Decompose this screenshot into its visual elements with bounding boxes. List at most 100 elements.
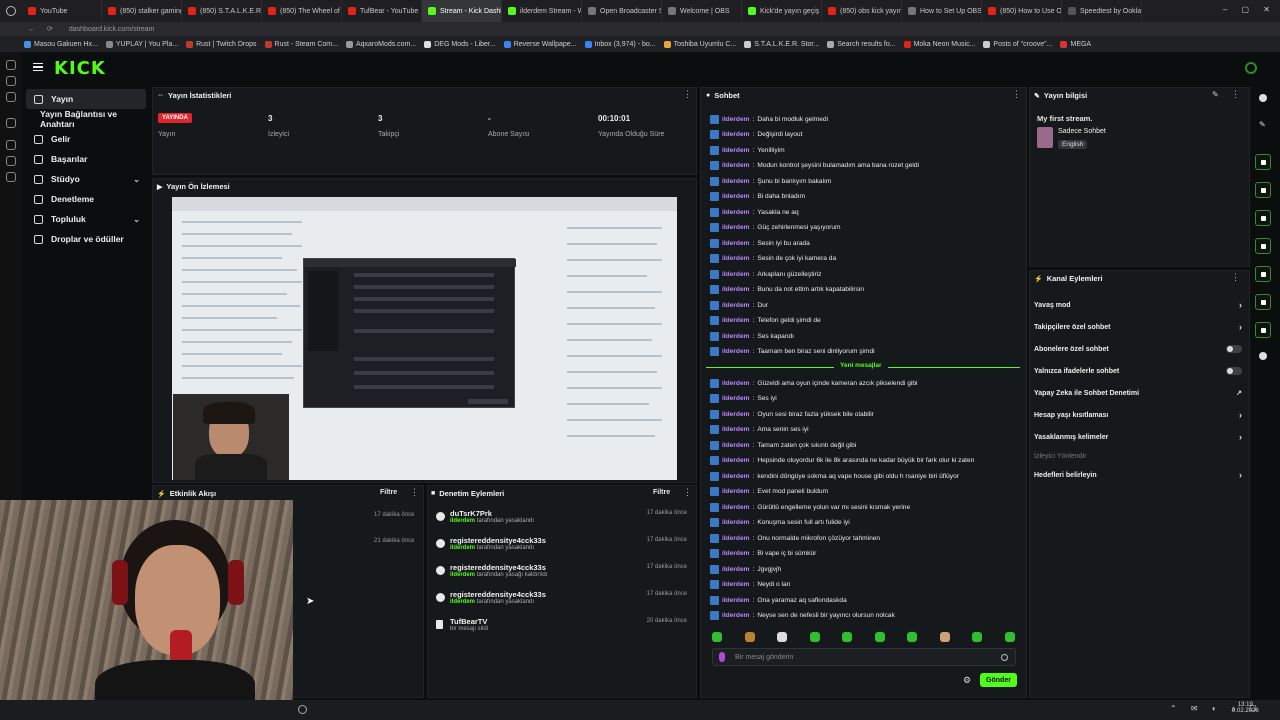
profile-avatar[interactable]: [1245, 62, 1257, 74]
sidebar-icon[interactable]: [6, 156, 16, 166]
chat-username[interactable]: ilderdem: [722, 240, 749, 247]
chat-message[interactable]: ilderdem: Hepsinde oluyordur 6k ile 8k ar…: [710, 454, 1020, 468]
browser-tab[interactable]: (850) How to Use O: [982, 0, 1062, 22]
reload-icon[interactable]: ⟳: [47, 25, 53, 33]
moderation-username[interactable]: TufBearTV: [450, 617, 487, 626]
browser-tab[interactable]: Speedtest by Ookla: [1062, 0, 1142, 22]
chat-message[interactable]: ilderdem: Yenilliyim: [710, 143, 1020, 157]
emoji-icon[interactable]: [1001, 654, 1008, 661]
browser-tab[interactable]: How to Set Up OBS: [902, 0, 982, 22]
moderation-row[interactable]: TufBearTV bir mesajı sildi 20 dakika önce: [433, 616, 693, 642]
browser-tab[interactable]: Open Broadcaster S: [582, 0, 662, 22]
chat-message[interactable]: ilderdem: Konuşma sesin full artı fulide …: [710, 516, 1020, 530]
share-icon[interactable]: [1259, 352, 1267, 360]
chevron-right-icon[interactable]: ›: [1239, 432, 1242, 442]
chat-username[interactable]: ilderdem: [722, 519, 749, 526]
back-icon[interactable]: ←: [28, 26, 35, 33]
chat-username[interactable]: ilderdem: [722, 302, 749, 309]
chat-username[interactable]: ilderdem: [722, 457, 749, 464]
stats-menu-icon[interactable]: ⋮: [683, 89, 692, 100]
tool-icon[interactable]: [1255, 182, 1271, 198]
chat-message[interactable]: ilderdem: Neydi o lan: [710, 578, 1020, 592]
moderation-filter-button[interactable]: Filtre: [653, 489, 670, 496]
info-menu-icon[interactable]: ⋮: [1231, 89, 1240, 100]
chat-username[interactable]: ilderdem: [722, 566, 749, 573]
chat-username[interactable]: ilderdem: [722, 255, 749, 262]
chat-username[interactable]: ilderdem: [722, 193, 749, 200]
chat-username[interactable]: ilderdem: [722, 442, 749, 449]
chat-message[interactable]: ilderdem: Onu normalde mikrofon çözüyor t…: [710, 531, 1020, 545]
moderation-row[interactable]: registereddensitye4cck33s ilderdem tarafı…: [433, 589, 693, 615]
chevron-right-icon[interactable]: ›: [1239, 322, 1242, 332]
chat-username[interactable]: ilderdem: [722, 209, 749, 216]
chat-username[interactable]: ilderdem: [722, 411, 749, 418]
emote-icon[interactable]: [1004, 632, 1015, 642]
emote-icon[interactable]: [712, 632, 722, 642]
chat-username[interactable]: ilderdem: [722, 581, 749, 588]
chat-message[interactable]: ilderdem: Oyun sesi biraz fazla yüksek bi…: [710, 407, 1020, 421]
toggle-switch[interactable]: [1226, 367, 1242, 375]
chevron-right-icon[interactable]: ›: [1239, 470, 1242, 480]
sidebar-icon[interactable]: [6, 118, 16, 128]
bookmark-item[interactable]: Masou Gakuen Hx...: [24, 40, 98, 48]
browser-tab[interactable]: Kick'de yayın geçiş: [742, 0, 822, 22]
address-bar[interactable]: ← ⟳ dashboard.kick.com/stream: [0, 22, 1280, 36]
bookmark-item[interactable]: Search results fo...: [827, 40, 896, 48]
chat-username[interactable]: ilderdem: [722, 380, 749, 387]
external-link-icon[interactable]: ↗: [1236, 389, 1242, 397]
bookmark-item[interactable]: Toshiba Uyumlu C...: [663, 40, 736, 48]
chat-username[interactable]: ilderdem: [722, 286, 749, 293]
chevron-down-icon[interactable]: ⌄: [133, 175, 140, 184]
moderator-name[interactable]: ilderdem: [450, 599, 475, 605]
bookmark-item[interactable]: AqxaroMods.com...: [345, 40, 416, 48]
chat-menu-icon[interactable]: ⋮: [1012, 89, 1021, 100]
moderator-name[interactable]: ilderdem: [450, 518, 475, 524]
moderator-name[interactable]: ilderdem: [450, 545, 475, 551]
bookmark-item[interactable]: Rust - Steam Com...: [264, 40, 338, 48]
nav-item-revenue[interactable]: Gelir: [26, 129, 146, 149]
chat-message[interactable]: ilderdem: Ses kapandı: [710, 329, 1020, 343]
chat-username[interactable]: ilderdem: [722, 395, 749, 402]
chat-message[interactable]: ilderdem: Neyse sen de nefesli bir yayınc…: [710, 609, 1020, 623]
tool-icon[interactable]: [1255, 154, 1271, 170]
chat-message-input[interactable]: Bir mesaj gönderin: [712, 648, 1016, 666]
emote-icon[interactable]: [972, 632, 982, 642]
chevron-right-icon[interactable]: ›: [1239, 410, 1242, 420]
bookmark-item[interactable]: MEGA: [1060, 40, 1091, 48]
pen-icon[interactable]: ✎: [1259, 120, 1266, 129]
chat-message[interactable]: ilderdem: Güç zehirlenmesi yaşıyorum: [710, 221, 1020, 235]
chat-username[interactable]: ilderdem: [722, 473, 749, 480]
moderation-username[interactable]: registereddensitye4cck33s: [450, 563, 546, 572]
browser-menu-icon[interactable]: [0, 0, 22, 22]
chevron-right-icon[interactable]: ›: [1239, 300, 1242, 310]
tool-icon[interactable]: [1255, 210, 1271, 226]
sidebar-icon[interactable]: [6, 76, 16, 86]
kick-logo[interactable]: KICK: [54, 58, 106, 79]
chat-message[interactable]: ilderdem: Ona yaramaz aq safkındaskda: [710, 593, 1020, 607]
chat-username[interactable]: ilderdem: [722, 488, 749, 495]
url-text[interactable]: dashboard.kick.com/stream: [69, 26, 155, 33]
moderation-row[interactable]: registereddensitye4cck33s ilderdem tarafı…: [433, 535, 693, 561]
chat-message[interactable]: ilderdem: Taamam ben biraz seni dinliyoru…: [710, 345, 1020, 359]
emote-icon[interactable]: [744, 632, 755, 642]
bookmark-item[interactable]: Rust | Twitch Drops: [186, 40, 257, 48]
chat-message[interactable]: ilderdem: Modun kontrol şeysini bulamadım…: [710, 159, 1020, 173]
nav-item-drops[interactable]: Droplar ve ödüller: [26, 229, 146, 249]
chat-message[interactable]: ilderdem: Telefon geldi şimdi de: [710, 314, 1020, 328]
chat-message[interactable]: ilderdem: Bi vape iç bi sümkür: [710, 547, 1020, 561]
nav-item-achievements[interactable]: Başarılar: [26, 149, 146, 169]
chevron-down-icon[interactable]: ⌄: [133, 215, 140, 224]
chat-message[interactable]: ilderdem: Bunu da not ettim artık kapatab…: [710, 283, 1020, 297]
chat-username[interactable]: ilderdem: [722, 178, 749, 185]
channel-action-item[interactable]: Yalnızca ifadelerle sohbet: [1034, 364, 1242, 378]
chat-username[interactable]: ilderdem: [722, 317, 749, 324]
chat-message[interactable]: ilderdem: Şunu bi banlıyım bakalım: [710, 174, 1020, 188]
moderation-row[interactable]: registereddensitye4cck33s ilderdem tarafı…: [433, 562, 693, 588]
channel-action-item[interactable]: Yasaklanmış kelimeler ›: [1034, 430, 1242, 444]
help-icon[interactable]: [1259, 94, 1267, 102]
send-button[interactable]: Gönder: [980, 673, 1017, 687]
emote-icon[interactable]: [874, 632, 885, 642]
chat-username[interactable]: ilderdem: [722, 504, 749, 511]
chat-message[interactable]: ilderdem: Evet mod paneli buldum: [710, 485, 1020, 499]
hamburger-menu-icon[interactable]: [33, 63, 43, 71]
